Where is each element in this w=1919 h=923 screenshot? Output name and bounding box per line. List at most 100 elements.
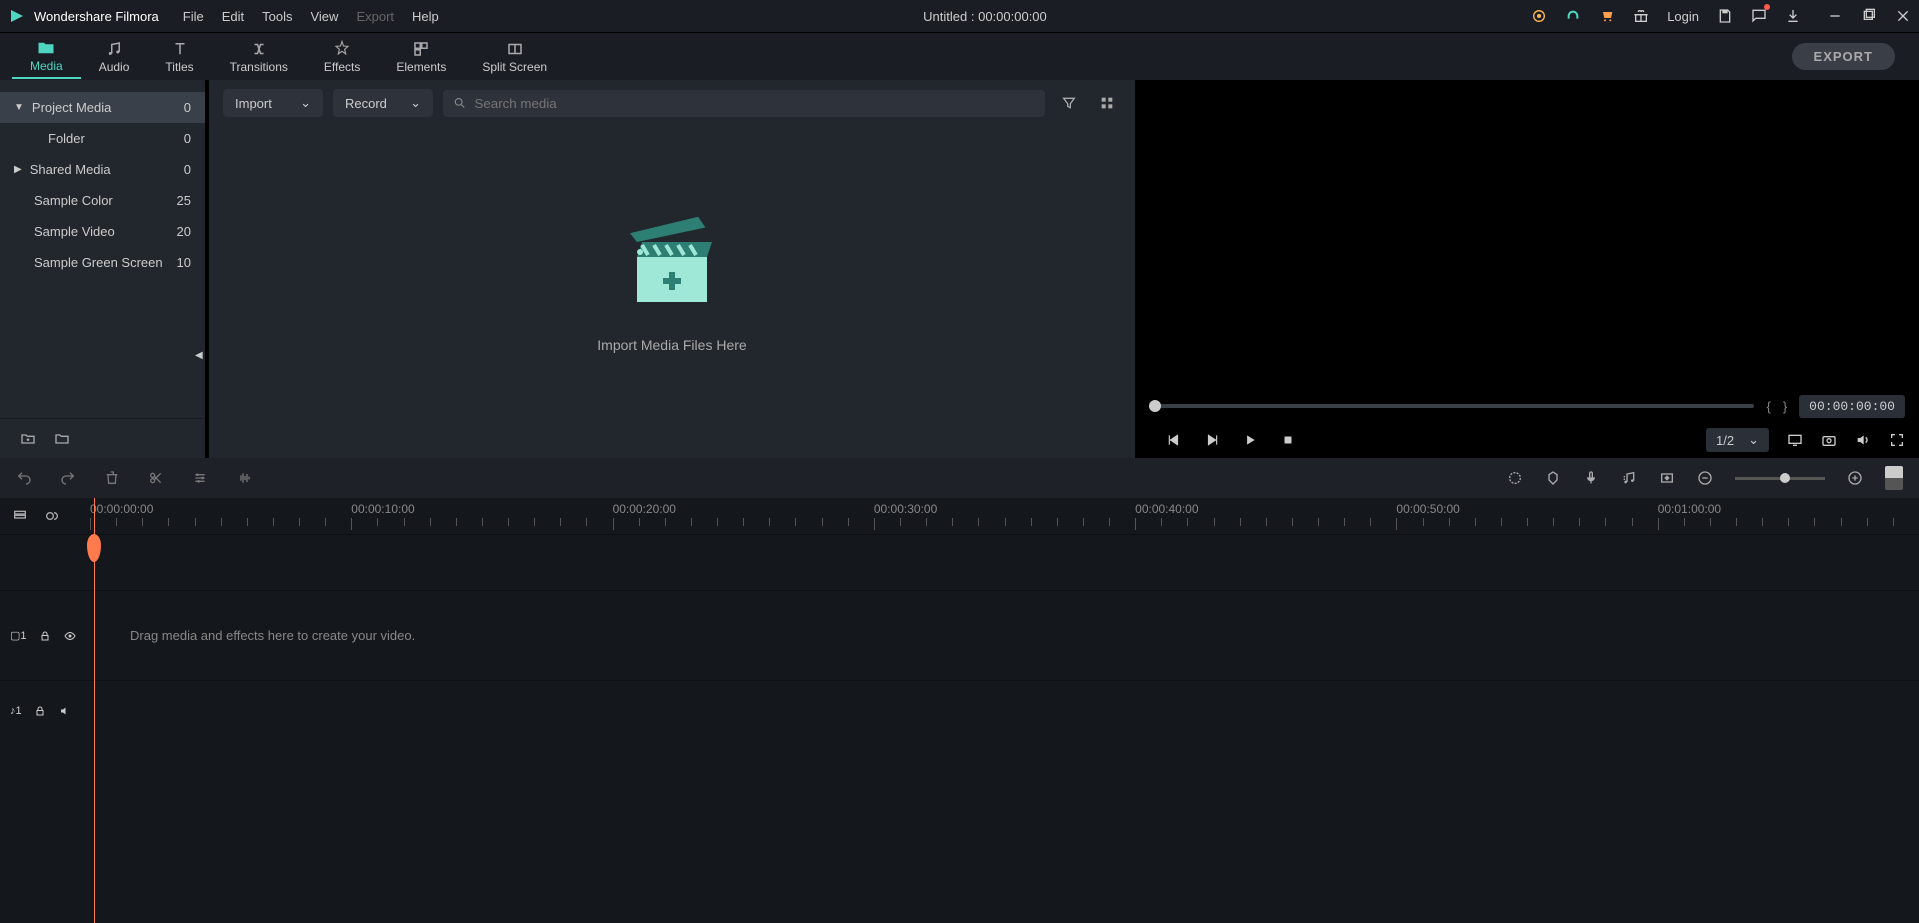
split-icon[interactable] [148,470,164,486]
import-dropdown[interactable]: Import⌄ [223,89,323,117]
snapshot-icon[interactable] [1821,432,1837,448]
audio-mixer-icon[interactable] [1621,470,1637,486]
delete-icon[interactable] [104,470,120,486]
edit-tools-icon[interactable] [192,470,208,486]
grid-view-icon[interactable] [1093,89,1121,117]
clapperboard-icon [622,217,722,317]
ruler-label: 00:00:20:00 [613,502,676,516]
menu-bar: File Edit Tools View Export Help [183,9,439,24]
auto-ripple-icon[interactable] [44,508,60,524]
new-folder-icon[interactable] [20,431,36,447]
preview-viewport[interactable] [1135,80,1919,390]
timeline-ruler[interactable]: 00:00:00:00 00:00:10:00 00:00:20:00 00:00:3… [90,498,1919,534]
zoom-in-icon[interactable] [1847,470,1863,486]
maximize-icon[interactable] [1861,8,1877,24]
sidebar-item-sample-green-screen[interactable]: Sample Green Screen10 [0,247,205,278]
menu-tools[interactable]: Tools [262,9,292,24]
mark-out-icon[interactable]: } [1783,399,1787,414]
video-track-1[interactable]: ▢1 Drag media and effects here to create… [0,590,1919,680]
preview-quality-dropdown[interactable]: 1/2⌄ [1706,428,1769,452]
preview-scrubber[interactable] [1149,404,1754,408]
ruler-label: 00:01:00:00 [1658,502,1721,516]
document-title: Untitled : 00:00:00:00 [439,9,1531,24]
import-dropzone[interactable]: Import Media Files Here [209,116,1135,454]
sidebar-item-sample-video[interactable]: Sample Video20 [0,216,205,247]
tips-icon[interactable] [1531,8,1547,24]
voiceover-icon[interactable] [1583,470,1599,486]
video-track-badge: ▢1 [10,629,27,642]
dropzone-text: Import Media Files Here [597,337,746,353]
open-folder-icon[interactable] [54,431,70,447]
chevron-down-icon: ⌄ [300,95,311,111]
filter-icon[interactable] [1055,89,1083,117]
tab-split-screen[interactable]: Split Screen [464,36,565,78]
chevron-down-icon: ⌄ [410,95,421,111]
visibility-icon[interactable] [63,630,77,642]
fullscreen-icon[interactable] [1889,432,1905,448]
export-button[interactable]: EXPORT [1792,43,1895,70]
chevron-right-icon: ▶ [14,164,22,175]
lock-icon[interactable] [34,705,46,717]
tab-audio[interactable]: Audio [81,36,148,78]
login-button[interactable]: Login [1667,9,1699,24]
download-icon[interactable] [1785,8,1801,24]
menu-edit[interactable]: Edit [222,9,244,24]
chevron-down-icon: ⌄ [1748,432,1759,448]
prev-frame-icon[interactable] [1167,433,1181,447]
mark-in-icon[interactable]: { [1766,399,1770,414]
sidebar-item-folder[interactable]: Folder0 [0,123,205,154]
sidebar-item-shared-media[interactable]: ▶Shared Media0 [0,154,205,185]
volume-icon[interactable] [1855,432,1871,448]
zoom-out-icon[interactable] [1697,470,1713,486]
video-track-hint: Drag media and effects here to create yo… [90,591,1919,680]
tab-titles[interactable]: Titles [147,36,211,78]
ruler-label: 00:00:00:00 [90,502,153,516]
close-icon[interactable] [1895,8,1911,24]
tab-transitions[interactable]: Transitions [212,36,306,78]
stop-icon[interactable] [1281,433,1295,447]
manage-tracks-icon[interactable] [12,508,28,524]
menu-file[interactable]: File [183,9,204,24]
sidebar-item-project-media[interactable]: ▼Project Media0 [0,92,205,123]
tab-effects[interactable]: Effects [306,36,378,78]
redo-icon[interactable] [60,470,76,486]
play-icon[interactable] [1243,433,1257,447]
message-icon[interactable] [1751,7,1767,26]
preview-display-icon[interactable] [1787,432,1803,448]
zoom-to-fit-icon[interactable] [1885,466,1903,490]
audio-track-badge: ♪1 [10,705,22,717]
app-name: Wondershare Filmora [34,9,159,24]
chevron-down-icon: ▼ [14,102,24,113]
minimize-icon[interactable] [1827,8,1843,24]
collapse-sidebar-icon[interactable]: ◀ [195,350,203,361]
preview-timecode: 00:00:00:00 [1799,395,1905,418]
save-icon[interactable] [1717,8,1733,24]
support-icon[interactable] [1565,8,1581,24]
search-icon [453,96,466,110]
audio-waveform-icon[interactable] [236,470,254,486]
render-icon[interactable] [1507,470,1523,486]
search-media-input[interactable] [443,90,1045,117]
ruler-label: 00:00:30:00 [874,502,937,516]
mute-icon[interactable] [58,705,72,717]
menu-help[interactable]: Help [412,9,439,24]
sidebar-item-sample-color[interactable]: Sample Color25 [0,185,205,216]
keyframe-icon[interactable] [1659,470,1675,486]
ruler-label: 00:00:40:00 [1135,502,1198,516]
record-dropdown[interactable]: Record⌄ [333,89,433,117]
gift-icon[interactable] [1633,8,1649,24]
menu-export: Export [356,9,394,24]
step-forward-icon[interactable] [1205,433,1219,447]
app-logo-icon [8,7,26,25]
tab-elements[interactable]: Elements [378,36,464,78]
marker-icon[interactable] [1545,470,1561,486]
tab-media[interactable]: Media [12,35,81,79]
audio-track-1[interactable]: ♪1 [0,680,1919,740]
menu-view[interactable]: View [310,9,338,24]
cart-icon[interactable] [1599,8,1615,24]
ruler-label: 00:00:50:00 [1396,502,1459,516]
undo-icon[interactable] [16,470,32,486]
lock-icon[interactable] [39,630,51,642]
ruler-label: 00:00:10:00 [351,502,414,516]
zoom-slider[interactable] [1735,477,1825,480]
